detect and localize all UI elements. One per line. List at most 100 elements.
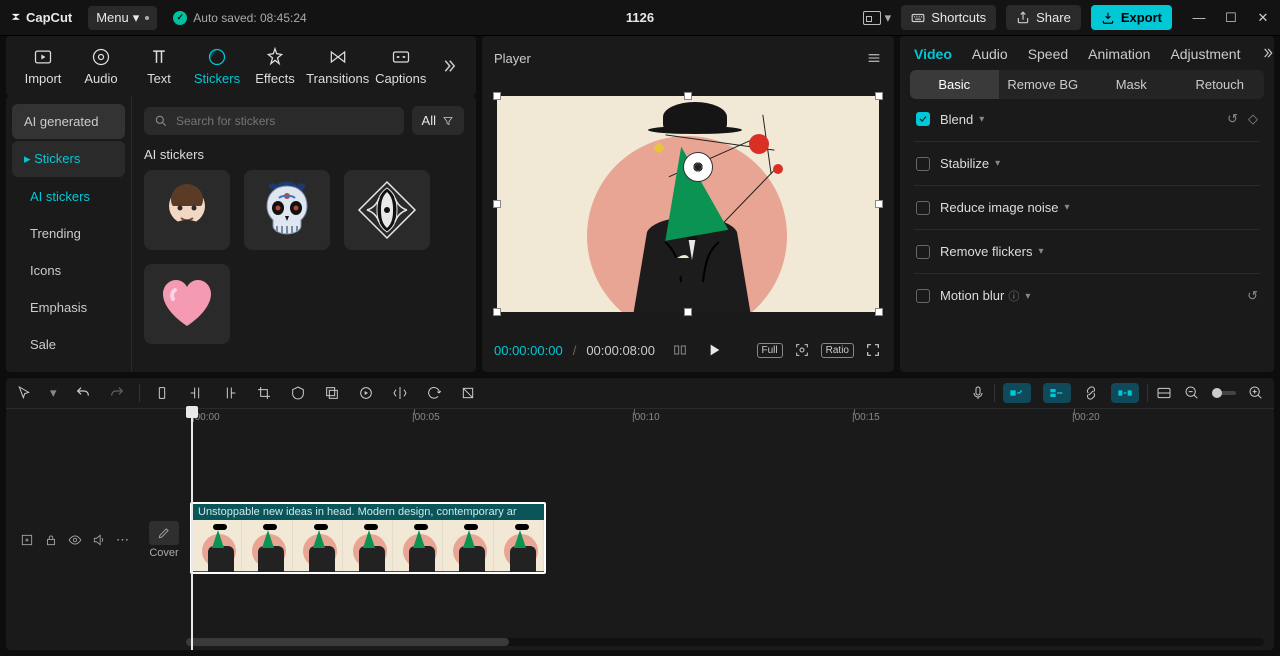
magnet-button[interactable] [1111, 383, 1139, 403]
tab-transitions[interactable]: Transitions [304, 41, 371, 92]
checkbox-icon[interactable] [916, 289, 930, 303]
redo-button[interactable] [109, 385, 125, 401]
zoom-slider[interactable] [1212, 391, 1236, 395]
close-button[interactable]: ✕ [1256, 11, 1270, 25]
split-right-tool[interactable] [222, 385, 238, 401]
preview-toggle[interactable] [1156, 385, 1172, 401]
resize-handle[interactable] [875, 308, 883, 316]
tab-stickers[interactable]: Stickers [188, 41, 246, 92]
insp-tabs-more[interactable] [1260, 46, 1274, 62]
checkbox-icon[interactable] [916, 245, 930, 259]
prop-stabilize[interactable]: Stabilize ▾ [914, 142, 1260, 186]
minimize-button[interactable]: — [1192, 11, 1206, 25]
subtab-remove-bg[interactable]: Remove BG [999, 70, 1088, 99]
search-input-wrap[interactable] [144, 107, 404, 135]
tab-effects[interactable]: Effects [246, 41, 304, 92]
resize-handle[interactable] [875, 92, 883, 100]
maximize-button[interactable]: ☐ [1224, 11, 1238, 25]
subcat-icons[interactable]: Icons [12, 253, 125, 288]
zoom-out-button[interactable] [1184, 385, 1200, 401]
filter-all-button[interactable]: All [412, 106, 464, 135]
add-track-button[interactable] [20, 533, 34, 547]
video-clip[interactable]: Unstoppable new ideas in head. Modern de… [190, 502, 546, 574]
mirror-tool[interactable] [392, 385, 408, 401]
sticker-item[interactable] [144, 170, 230, 250]
category-ai-generated[interactable]: AI generated [12, 104, 125, 139]
insp-tab-animation[interactable]: Animation [1088, 46, 1150, 62]
zoom-in-button[interactable] [1248, 385, 1264, 401]
tab-text[interactable]: Text [130, 41, 188, 92]
subtab-mask[interactable]: Mask [1087, 70, 1176, 99]
tabs-more-button[interactable] [430, 57, 468, 75]
snap-track-button[interactable] [1043, 383, 1071, 403]
rotate-tool[interactable] [426, 385, 442, 401]
resize-handle[interactable] [493, 92, 501, 100]
tab-captions[interactable]: Captions [371, 41, 430, 92]
track-more-button[interactable]: ⋯ [116, 532, 131, 548]
freeze-tool[interactable] [460, 385, 476, 401]
lock-button[interactable] [44, 533, 58, 547]
selection-frame[interactable] [497, 96, 879, 312]
subcat-emphasis[interactable]: Emphasis [12, 290, 125, 325]
playhead[interactable] [191, 408, 193, 650]
share-button[interactable]: Share [1006, 5, 1081, 30]
full-badge[interactable]: Full [757, 343, 783, 358]
prop-blend[interactable]: Blend ▾ ↺ ◇ [914, 105, 1260, 142]
split-tool[interactable] [154, 385, 170, 401]
crop-tool[interactable] [256, 385, 272, 401]
resize-handle[interactable] [493, 308, 501, 316]
sticker-item[interactable] [144, 264, 230, 344]
resize-handle[interactable] [684, 308, 692, 316]
sticker-item[interactable] [244, 170, 330, 250]
insp-tab-speed[interactable]: Speed [1028, 46, 1068, 62]
info-icon[interactable]: ⓘ [1008, 291, 1019, 303]
subcat-trending[interactable]: Trending [12, 216, 125, 251]
link-button[interactable] [1083, 385, 1099, 401]
keyframe-icon[interactable]: ◇ [1248, 111, 1258, 127]
category-stickers[interactable]: ▸ Stickers [12, 141, 125, 177]
resize-handle[interactable] [684, 92, 692, 100]
subcat-thanksgiving[interactable]: Thanksgiving [12, 364, 125, 372]
subtab-retouch[interactable]: Retouch [1176, 70, 1265, 99]
checkbox-icon[interactable] [916, 112, 930, 126]
scan-button[interactable] [793, 342, 811, 358]
ratio-badge[interactable]: Ratio [821, 343, 854, 358]
player-canvas[interactable] [482, 80, 894, 328]
menu-button[interactable]: Menu ▾ [88, 6, 157, 30]
subtab-basic[interactable]: Basic [910, 70, 999, 99]
export-button[interactable]: Export [1091, 5, 1172, 30]
insp-tab-adjustment[interactable]: Adjustment [1170, 46, 1240, 62]
mic-button[interactable] [970, 385, 986, 401]
tab-import[interactable]: Import [14, 41, 72, 92]
reset-icon[interactable]: ↺ [1227, 111, 1238, 127]
pointer-dropdown[interactable]: ▾ [50, 385, 57, 401]
checkbox-icon[interactable] [916, 201, 930, 215]
subcat-ai-stickers[interactable]: AI stickers [12, 179, 125, 214]
subcat-sale[interactable]: Sale [12, 327, 125, 362]
fullscreen-button[interactable] [864, 342, 882, 358]
tab-audio[interactable]: Audio [72, 41, 130, 92]
duplicate-tool[interactable] [324, 385, 340, 401]
timeline-scrollbar[interactable] [186, 638, 1264, 646]
prop-remove-flickers[interactable]: Remove flickers ▾ [914, 230, 1260, 274]
timeline-tracks[interactable]: Unstoppable new ideas in head. Modern de… [186, 430, 1274, 630]
resize-handle[interactable] [875, 200, 883, 208]
checkbox-icon[interactable] [916, 157, 930, 171]
play-button[interactable] [705, 342, 723, 358]
search-input[interactable] [176, 114, 394, 128]
sticker-item[interactable] [344, 170, 430, 250]
aspect-ratio-button[interactable]: ▾ [863, 10, 892, 26]
player-menu-button[interactable] [866, 50, 882, 66]
snap-main-button[interactable] [1003, 383, 1031, 403]
undo-button[interactable] [75, 385, 91, 401]
visibility-button[interactable] [68, 533, 82, 547]
split-left-tool[interactable] [188, 385, 204, 401]
shortcuts-button[interactable]: Shortcuts [901, 5, 996, 30]
prop-reduce-noise[interactable]: Reduce image noise ▾ [914, 186, 1260, 230]
mute-button[interactable] [92, 533, 106, 547]
reverse-tool[interactable] [358, 385, 374, 401]
resize-handle[interactable] [493, 200, 501, 208]
insp-tab-video[interactable]: Video [914, 46, 952, 62]
pointer-tool[interactable] [16, 385, 32, 401]
insp-tab-audio[interactable]: Audio [972, 46, 1008, 62]
